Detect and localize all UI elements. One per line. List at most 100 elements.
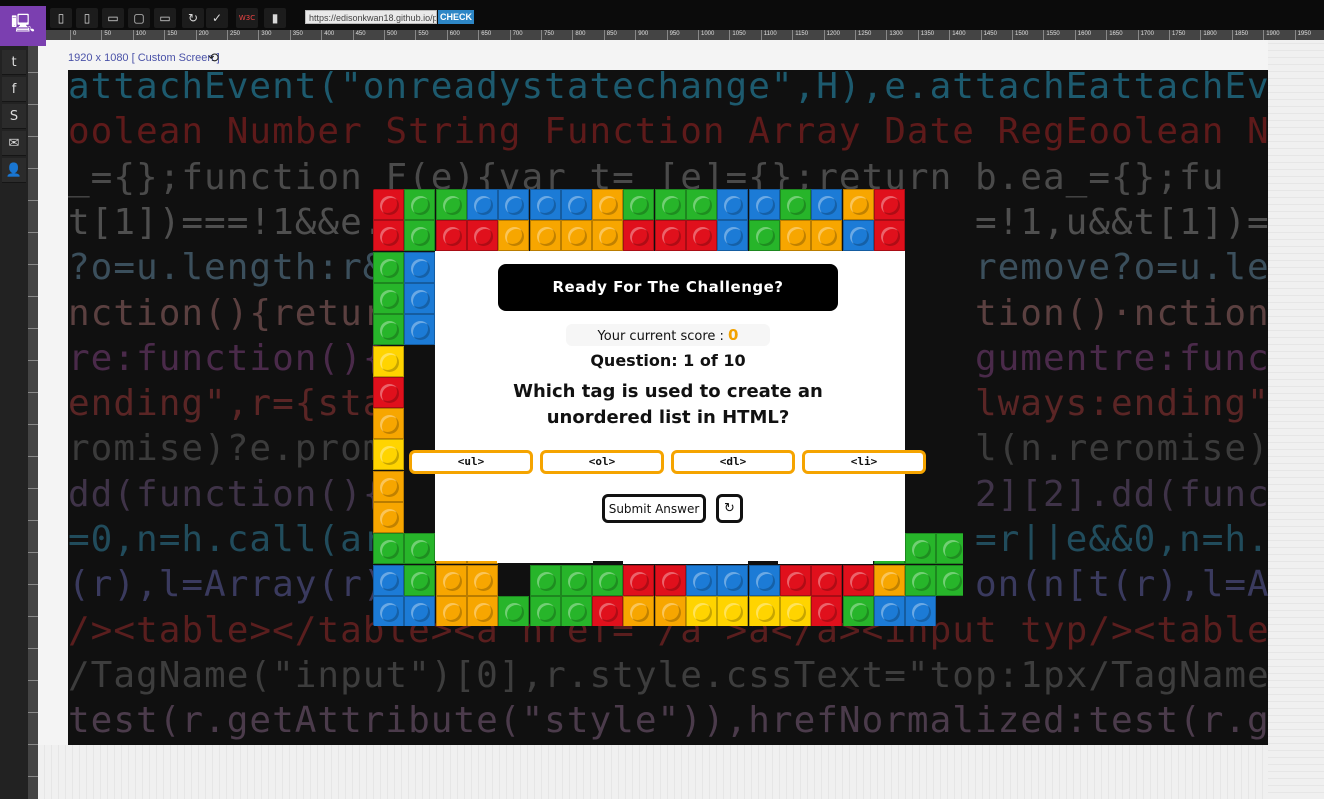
lego-stud xyxy=(661,602,681,622)
ruler-tick: 850 xyxy=(603,30,636,40)
quiz-panel-lower xyxy=(497,529,593,563)
lego-brick xyxy=(873,595,905,626)
lego-brick xyxy=(779,564,811,596)
lego-stud xyxy=(880,227,900,247)
lego-stud xyxy=(818,602,838,622)
vertical-ruler-tick xyxy=(28,552,38,585)
lego-brick xyxy=(404,189,436,220)
ruler-tick: 1050 xyxy=(729,30,761,40)
lego-stud xyxy=(912,602,932,622)
check-button[interactable]: CHECK xyxy=(438,10,474,24)
tumblr-icon[interactable]: t xyxy=(2,50,26,75)
vertical-ruler-tick xyxy=(28,616,38,649)
app-logo[interactable]: 🖳 xyxy=(0,6,46,46)
ruler-tick: 1900 xyxy=(1263,30,1295,40)
share-sidebar: t f S ✉ 👤 xyxy=(0,46,28,799)
lego-brick xyxy=(373,533,404,565)
lego-brick xyxy=(560,220,592,252)
lego-stud xyxy=(567,227,587,247)
skype-icon[interactable]: S xyxy=(2,104,26,129)
submit-answer-button[interactable]: Submit Answer xyxy=(602,494,706,523)
phone-icon[interactable]: ▯ xyxy=(76,8,98,28)
lego-stud xyxy=(943,571,963,591)
lego-stud xyxy=(755,602,775,622)
stats-icon[interactable]: ▮ xyxy=(264,8,286,28)
lego-brick xyxy=(686,189,717,220)
ruler-tick: 1200 xyxy=(823,30,856,40)
lego-brick xyxy=(404,595,436,626)
w3c-icon[interactable]: W3C xyxy=(236,8,258,28)
lego-stud xyxy=(380,509,399,528)
lego-brick xyxy=(560,595,592,626)
lego-stud xyxy=(661,571,681,591)
lego-stud xyxy=(380,258,399,278)
ruler-tick: 1850 xyxy=(1231,30,1264,40)
lego-brick xyxy=(592,220,624,252)
lego-brick xyxy=(654,189,686,220)
lego-brick xyxy=(498,189,530,220)
ruler-tick: 1700 xyxy=(1137,30,1170,40)
lego-brick xyxy=(748,595,780,626)
lego-brick xyxy=(592,189,624,220)
ruler-tick: 550 xyxy=(415,30,447,40)
lego-brick xyxy=(873,220,905,252)
lego-stud xyxy=(880,602,900,622)
accessibility-icon[interactable]: ✓ xyxy=(206,8,228,28)
ruler-tick: 800 xyxy=(572,30,604,40)
user-icon[interactable]: 👤 xyxy=(2,158,26,183)
lego-brick xyxy=(936,564,963,596)
lego-brick xyxy=(811,220,843,252)
vertical-ruler-tick xyxy=(28,776,38,799)
rotate-icon[interactable]: ⟲ xyxy=(208,50,219,66)
lego-stud xyxy=(411,289,431,309)
url-input[interactable]: https://edisonkwan18.github.io/project xyxy=(305,10,437,24)
vertical-ruler-tick xyxy=(28,72,38,105)
lego-stud xyxy=(411,602,431,622)
ruler-tick: 0 xyxy=(70,30,102,40)
ruler-tick: 950 xyxy=(666,30,699,40)
lego-brick xyxy=(686,220,717,252)
vertical-ruler-tick xyxy=(28,392,38,425)
ruler-tick: 100 xyxy=(132,30,165,40)
lego-stud xyxy=(599,602,619,622)
workspace-background-bottom xyxy=(38,745,1268,799)
lego-brick xyxy=(404,314,436,346)
facebook-icon[interactable]: f xyxy=(2,77,26,102)
ruler-tick: 150 xyxy=(164,30,196,40)
vertical-ruler-tick xyxy=(28,424,38,457)
option-button-li[interactable]: <li> xyxy=(802,450,926,474)
lego-stud xyxy=(567,571,587,591)
restart-button[interactable]: ↻ xyxy=(716,494,743,523)
lego-brick xyxy=(623,595,655,626)
lego-brick xyxy=(779,189,811,220)
lego-stud xyxy=(943,540,963,560)
screen-size-label: 1920 x 1080 [ Custom Screen ] xyxy=(68,52,220,64)
vertical-ruler-tick xyxy=(28,200,38,233)
code-line: test(r.getAttribute("style")),hrefNormal… xyxy=(68,700,1268,742)
lego-stud xyxy=(661,196,681,215)
lego-brick xyxy=(779,220,811,252)
tablet-icon[interactable]: ▯ xyxy=(50,8,72,28)
lego-brick xyxy=(717,564,749,596)
lego-stud xyxy=(630,227,650,247)
mail-icon[interactable]: ✉ xyxy=(2,131,26,156)
lego-stud xyxy=(599,227,619,247)
lego-brick xyxy=(404,282,436,314)
lego-stud xyxy=(755,571,775,591)
monitor-icon[interactable]: ▭ xyxy=(154,8,176,28)
option-button-dl[interactable]: <dl> xyxy=(671,450,795,474)
vertical-ruler-tick xyxy=(28,456,38,489)
option-button-ol[interactable]: <ol> xyxy=(540,450,664,474)
option-button-ul[interactable]: <ul> xyxy=(409,450,533,474)
lego-brick xyxy=(404,220,436,252)
ruler-tick: 250 xyxy=(227,30,259,40)
lego-brick xyxy=(748,189,780,220)
lego-brick xyxy=(373,189,404,220)
top-toolbar: ▯ ▯ ▭ ▢ ▭ ↻ ✓ W3C ▮ https://edisonkwan18… xyxy=(0,0,1324,30)
lego-brick xyxy=(373,502,404,533)
desktop-icon[interactable]: ▭ xyxy=(102,8,124,28)
lego-brick xyxy=(905,533,937,565)
ruler-tick: 50 xyxy=(101,30,133,40)
refresh-icon[interactable]: ↻ xyxy=(182,8,204,28)
tv-icon[interactable]: ▢ xyxy=(128,8,150,28)
